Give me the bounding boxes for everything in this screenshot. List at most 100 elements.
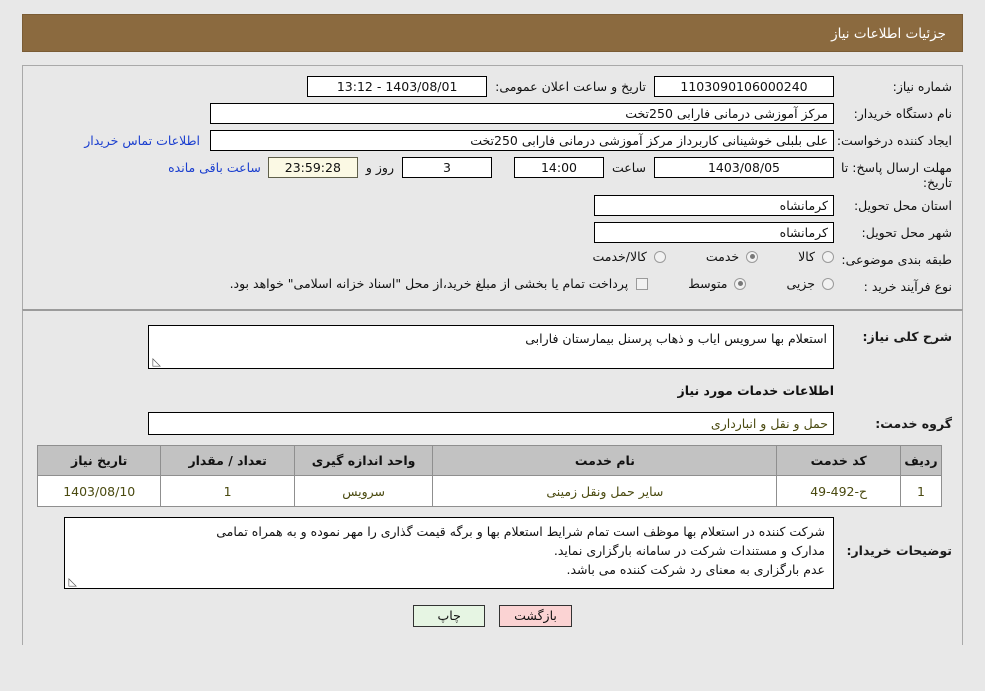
general-info-body: شماره نیاز: 1103090106000240 تاریخ و ساع… [23, 66, 962, 309]
summary-textarea[interactable]: استعلام بها سرویس ایاب و ذهاب پرسنل بیما… [148, 325, 834, 369]
process-option-jozei-label: جزیی [786, 276, 815, 291]
page-root: جزئیات اطلاعات نیاز شماره نیاز: 11030901… [0, 0, 985, 645]
buyer-notes-line-2: مدارک و مستندات شرکت در سامانه بارگزاری … [553, 543, 825, 558]
titlebar-wrapper: جزئیات اطلاعات نیاز [0, 0, 985, 52]
summary-label: شرح کلی نیاز: [862, 329, 952, 344]
buyer-notes-textarea[interactable]: شرکت کننده در استعلام بها موظف است تمام … [64, 517, 834, 589]
city-fields: کرمانشاه [33, 222, 834, 243]
summary-fields: استعلام بها سرویس ایاب و ذهاب پرسنل بیما… [33, 325, 834, 369]
footer-button-bar: بازگشت چاپ [33, 605, 952, 637]
buyer-notes-line-3: عدم بارگزاری به معنای رد شرکت کننده می ب… [566, 562, 826, 577]
row-buyer-org: نام دستگاه خریدار: مرکز آموزشی درمانی فا… [33, 103, 952, 125]
service-group-fields: حمل و نقل و انبارداری [33, 412, 834, 435]
need-number-value: 1103090106000240 [654, 76, 834, 97]
category-option-kala-khedmat[interactable]: کالا/خدمت [592, 249, 666, 264]
cell-service-name: سایر حمل ونقل زمینی [432, 475, 778, 507]
process-option-motavaset[interactable]: متوسط [688, 276, 747, 291]
radio-icon-motavaset[interactable] [734, 277, 747, 290]
row-city: شهر محل تحویل: کرمانشاه [33, 222, 952, 244]
radio-icon-jozei[interactable] [822, 277, 834, 290]
resize-handle-icon[interactable]: ◺ [151, 356, 161, 367]
resize-handle-icon-notes[interactable]: ◺ [67, 576, 77, 587]
cell-unit: سرویس [293, 475, 434, 507]
city-label: شهر محل تحویل: [861, 225, 952, 240]
city-value: کرمانشاه [594, 222, 834, 243]
process-option-jozei[interactable]: جزیی [786, 276, 834, 291]
need-details-panel: شرح کلی نیاز: استعلام بها سرویس ایاب و ذ… [22, 309, 963, 645]
table-header-row: ردیف کد خدمت نام خدمت واحد اندازه گیری ت… [36, 445, 943, 476]
remaining-days-label: روز و [365, 160, 394, 175]
process-option-motavaset-label: متوسط [688, 276, 728, 291]
header-need-date: تاریخ نیاز [36, 445, 162, 476]
category-option-khedmat-label: خدمت [705, 249, 740, 264]
buyer-notes-fields: شرکت کننده در استعلام بها موظف است تمام … [33, 517, 834, 589]
province-fields: کرمانشاه [33, 195, 834, 216]
need-number-fields: 1103090106000240 تاریخ و ساعت اعلان عموم… [33, 76, 834, 97]
deadline-time-value: 14:00 [513, 157, 604, 178]
buyer-org-fields: مرکز آموزشی درمانی فارابی 250تخت [33, 103, 834, 124]
radio-icon-kala-khedmat[interactable] [653, 250, 666, 263]
items-table-head: ردیف کد خدمت نام خدمت واحد اندازه گیری ت… [36, 445, 943, 476]
header-service-name: نام خدمت [432, 445, 778, 476]
items-table: ردیف کد خدمت نام خدمت واحد اندازه گیری ت… [36, 445, 943, 507]
process-label: نوع فرآیند خرید : [863, 279, 952, 294]
category-option-kala-label: کالا [798, 249, 815, 264]
radio-icon-kala[interactable] [822, 250, 834, 263]
row-category: طبقه بندی موضوعی: کالا خدمت کالا/خدمت [33, 249, 952, 271]
cell-need-date: 1403/08/10 [36, 475, 162, 507]
province-value: کرمانشاه [594, 195, 834, 216]
countdown-timer: 23:59:28 [267, 157, 358, 178]
general-info-panel: شماره نیاز: 1103090106000240 تاریخ و ساع… [22, 65, 963, 309]
header-radif: ردیف [899, 445, 943, 476]
announce-value: 1403/08/01 - 13:12 [307, 76, 488, 97]
need-details-body: شرح کلی نیاز: استعلام بها سرویس ایاب و ذ… [23, 311, 962, 645]
cell-service-code: ح-492-49 [776, 475, 901, 507]
items-table-body: 1 ح-492-49 سایر حمل ونقل زمینی سرویس 1 1… [36, 475, 943, 507]
page-title: جزئیات اطلاعات نیاز [22, 14, 963, 52]
announce-label: تاریخ و ساعت اعلان عمومی: [495, 79, 646, 94]
category-option-khedmat[interactable]: خدمت [705, 249, 759, 264]
radio-icon-khedmat[interactable] [746, 250, 759, 263]
deadline-hour-label: ساعت [611, 160, 646, 175]
remaining-days-value: 3 [401, 157, 492, 178]
category-label: طبقه بندی موضوعی: [841, 252, 952, 267]
requester-label: ایجاد کننده درخواست: [836, 133, 952, 148]
summary-text: استعلام بها سرویس ایاب و ذهاب پرسنل بیما… [525, 331, 827, 346]
buyer-org-value: مرکز آموزشی درمانی فارابی 250تخت [210, 103, 834, 124]
buyer-notes-line-1: شرکت کننده در استعلام بها موظف است تمام … [216, 524, 825, 539]
deadline-label: مهلت ارسال پاسخ: تا تاریخ: [841, 160, 952, 190]
row-need-number: شماره نیاز: 1103090106000240 تاریخ و ساع… [33, 76, 952, 98]
row-deadline: مهلت ارسال پاسخ: تا تاریخ: 1403/08/05 سا… [33, 157, 952, 190]
row-province: استان محل تحویل: کرمانشاه [33, 195, 952, 217]
items-table-wrapper: ردیف کد خدمت نام خدمت واحد اندازه گیری ت… [33, 445, 952, 507]
cell-quantity: 1 [160, 475, 295, 507]
checkbox-icon-treasury[interactable] [636, 277, 649, 290]
row-summary: شرح کلی نیاز: استعلام بها سرویس ایاب و ذ… [33, 325, 952, 369]
services-section-heading: اطلاعات خدمات مورد نیاز [677, 383, 835, 398]
header-quantity: تعداد / مقدار [160, 445, 295, 476]
category-option-kala[interactable]: کالا [798, 249, 834, 264]
row-buyer-notes: توضیحات خریدار: شرکت کننده در استعلام به… [33, 517, 952, 595]
treasury-checkbox-item[interactable]: پرداخت تمام یا بخشی از مبلغ خرید،از محل … [230, 276, 649, 291]
requester-value: علی بلبلی خوشینانی کاربرداز مرکز آموزشی … [210, 130, 834, 151]
treasury-checkbox-label: پرداخت تمام یا بخشی از مبلغ خرید،از محل … [229, 276, 629, 291]
need-number-label: شماره نیاز: [892, 79, 952, 94]
process-radio-group: جزیی متوسط پرداخت تمام یا بخشی از مبلغ خ… [230, 276, 834, 291]
buyer-org-label: نام دستگاه خریدار: [853, 106, 952, 121]
buyer-notes-label: توضیحات خریدار: [846, 543, 952, 558]
service-group-label: گروه خدمت: [875, 416, 952, 431]
cell-radif: 1 [899, 475, 943, 507]
category-option-kala-khedmat-label: کالا/خدمت [592, 249, 647, 264]
service-group-value: حمل و نقل و انبارداری [148, 412, 834, 435]
category-fields: کالا خدمت کالا/خدمت [33, 249, 834, 264]
row-service-group: گروه خدمت: حمل و نقل و انبارداری [33, 412, 952, 435]
print-button[interactable]: چاپ [413, 605, 486, 627]
deadline-date-value: 1403/08/05 [654, 157, 834, 178]
category-radio-group: کالا خدمت کالا/خدمت [552, 249, 834, 264]
requester-fields: علی بلبلی خوشینانی کاربرداز مرکز آموزشی … [33, 130, 834, 151]
row-purchase-process: نوع فرآیند خرید : جزیی متوسط پرداخت تمام… [33, 276, 952, 298]
back-button[interactable]: بازگشت [499, 605, 572, 627]
buyer-contact-link[interactable]: اطلاعات تماس خریدار [74, 133, 210, 148]
process-fields: جزیی متوسط پرداخت تمام یا بخشی از مبلغ خ… [33, 276, 834, 291]
header-service-code: کد خدمت [776, 445, 901, 476]
